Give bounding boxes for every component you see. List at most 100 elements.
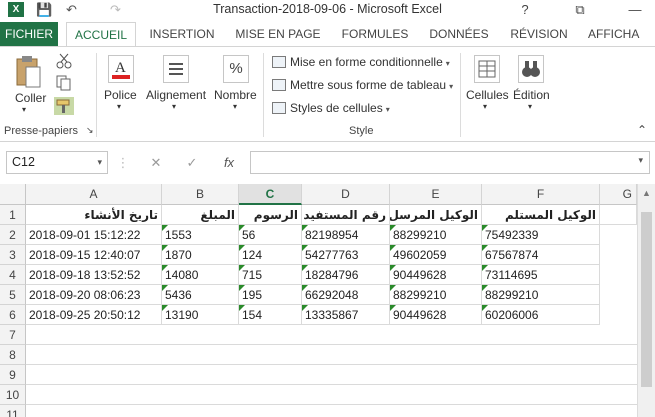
data-cell[interactable]: 154 (239, 305, 302, 325)
minimize-button[interactable]: — (620, 0, 650, 20)
data-cell[interactable]: 14080 (162, 265, 239, 285)
empty-row[interactable] (26, 345, 637, 365)
coller-dropdown-icon[interactable]: ▾ (22, 105, 26, 114)
empty-row[interactable] (26, 325, 637, 345)
data-cell[interactable]: 2018-09-25 20:50:12 (26, 305, 162, 325)
format-as-table-button[interactable]: Mettre sous forme de tableau ▾ (272, 76, 453, 94)
row-header[interactable]: 1 (0, 205, 26, 225)
enter-icon[interactable]: ✓ (182, 152, 202, 174)
cut-icon[interactable] (56, 53, 72, 69)
formula-bar-splitter-icon[interactable]: ⋮ (116, 152, 130, 174)
column-header-f[interactable]: F (482, 184, 600, 205)
data-cell[interactable]: 2018-09-01 15:12:22 (26, 225, 162, 245)
cells-icon[interactable] (474, 55, 500, 83)
table-header-cell[interactable]: المبلغ (162, 205, 239, 225)
data-cell[interactable]: 60206006 (482, 305, 600, 325)
row-header[interactable]: 4 (0, 265, 26, 285)
data-cell[interactable]: 56 (239, 225, 302, 245)
row-header[interactable]: 11 (0, 405, 26, 417)
data-cell[interactable]: 1870 (162, 245, 239, 265)
data-cell[interactable]: 88299210 (390, 285, 482, 305)
data-cell[interactable]: 73114695 (482, 265, 600, 285)
data-cell[interactable]: 2018-09-20 08:06:23 (26, 285, 162, 305)
formula-input[interactable]: ▾ (250, 151, 650, 174)
cell-styles-button[interactable]: Styles de cellules ▾ (272, 99, 390, 117)
collapse-ribbon-icon[interactable]: ⌃ (637, 123, 647, 137)
data-cell[interactable]: 66292048 (302, 285, 390, 305)
empty-row[interactable] (26, 405, 637, 417)
tab-mise-en-page[interactable]: MISE EN PAGE (232, 22, 324, 46)
data-cell[interactable]: 90449628 (390, 265, 482, 285)
empty-row[interactable] (26, 385, 637, 405)
data-cell[interactable]: 88299210 (482, 285, 600, 305)
data-cell[interactable]: 49602059 (390, 245, 482, 265)
tab-formules[interactable]: FORMULES (338, 22, 412, 46)
tab-revision[interactable]: RÉVISION (506, 22, 572, 46)
table-header-cell[interactable]: الرسوم (239, 205, 302, 225)
font-icon[interactable]: A (108, 55, 134, 83)
nombre-button[interactable]: Nombre (214, 88, 257, 102)
nombre-dropdown-icon[interactable]: ▾ (233, 102, 237, 111)
row-header[interactable]: 7 (0, 325, 26, 345)
empty-cell[interactable] (600, 205, 637, 225)
police-dropdown-icon[interactable]: ▾ (117, 102, 121, 111)
table-header-cell[interactable]: الوكيل المستلم (482, 205, 600, 225)
alignement-button[interactable]: Alignement (146, 88, 206, 102)
data-cell[interactable]: 67567874 (482, 245, 600, 265)
data-cell[interactable]: 1553 (162, 225, 239, 245)
row-header[interactable]: 10 (0, 385, 26, 405)
data-cell[interactable]: 5436 (162, 285, 239, 305)
tab-insertion[interactable]: INSERTION (148, 22, 216, 46)
scroll-up-icon[interactable]: ▲ (642, 188, 651, 198)
conditional-formatting-button[interactable]: Mise en forme conditionnelle ▾ (272, 53, 450, 71)
table-header-cell[interactable]: تاريخ الأنشاء (26, 205, 162, 225)
column-header-d[interactable]: D (302, 184, 390, 205)
ribbon-display-options-button[interactable]: ⧉ (565, 0, 595, 20)
paste-icon[interactable] (14, 55, 42, 89)
percent-icon[interactable]: % (223, 55, 249, 83)
presse-papiers-launcher-icon[interactable]: ↘ (86, 125, 94, 136)
edition-dropdown-icon[interactable]: ▾ (528, 102, 532, 111)
coller-label[interactable]: Coller (15, 91, 46, 105)
row-header[interactable]: 2 (0, 225, 26, 245)
row-header[interactable]: 3 (0, 245, 26, 265)
vertical-scrollbar[interactable]: ▲ (637, 184, 655, 417)
column-header-b[interactable]: B (162, 184, 239, 205)
binoculars-icon[interactable] (518, 55, 544, 83)
tab-fichier[interactable]: FICHIER (0, 22, 58, 46)
data-cell[interactable]: 2018-09-18 13:52:52 (26, 265, 162, 285)
alignment-icon[interactable] (163, 55, 189, 83)
column-header-g[interactable]: G (600, 184, 637, 205)
copy-icon[interactable] (56, 75, 72, 91)
row-header[interactable]: 9 (0, 365, 26, 385)
data-cell[interactable]: 54277763 (302, 245, 390, 265)
row-header[interactable]: 8 (0, 345, 26, 365)
edition-button[interactable]: Édition (513, 88, 550, 102)
data-cell[interactable]: 124 (239, 245, 302, 265)
data-cell[interactable]: 75492339 (482, 225, 600, 245)
data-cell[interactable]: 715 (239, 265, 302, 285)
data-cell[interactable]: 82198954 (302, 225, 390, 245)
data-cell[interactable]: 18284796 (302, 265, 390, 285)
data-cell[interactable]: 195 (239, 285, 302, 305)
cellules-dropdown-icon[interactable]: ▾ (483, 102, 487, 111)
cellules-button[interactable]: Cellules (466, 88, 509, 102)
column-header-a[interactable]: A (26, 184, 162, 205)
data-cell[interactable]: 13190 (162, 305, 239, 325)
insert-function-icon[interactable]: fx (218, 152, 240, 174)
format-painter-icon[interactable] (54, 97, 74, 115)
tab-donnees[interactable]: DONNÉES (424, 22, 494, 46)
name-box[interactable]: C12 ▾ (6, 151, 108, 174)
data-cell[interactable]: 2018-09-15 12:40:07 (26, 245, 162, 265)
tab-affichage[interactable]: AFFICHA (588, 22, 655, 46)
expand-formula-bar-icon[interactable]: ▾ (638, 155, 643, 166)
row-header[interactable]: 6 (0, 305, 26, 325)
row-header[interactable]: 5 (0, 285, 26, 305)
tab-accueil[interactable]: ACCUEIL (66, 22, 136, 46)
data-cell[interactable]: 13335867 (302, 305, 390, 325)
name-box-dropdown-icon[interactable]: ▾ (97, 152, 102, 173)
scrollbar-thumb[interactable] (641, 212, 652, 387)
table-header-cell[interactable]: الوكيل المرسل (390, 205, 482, 225)
cancel-icon[interactable]: ✕ (146, 152, 166, 174)
empty-row[interactable] (26, 365, 637, 385)
